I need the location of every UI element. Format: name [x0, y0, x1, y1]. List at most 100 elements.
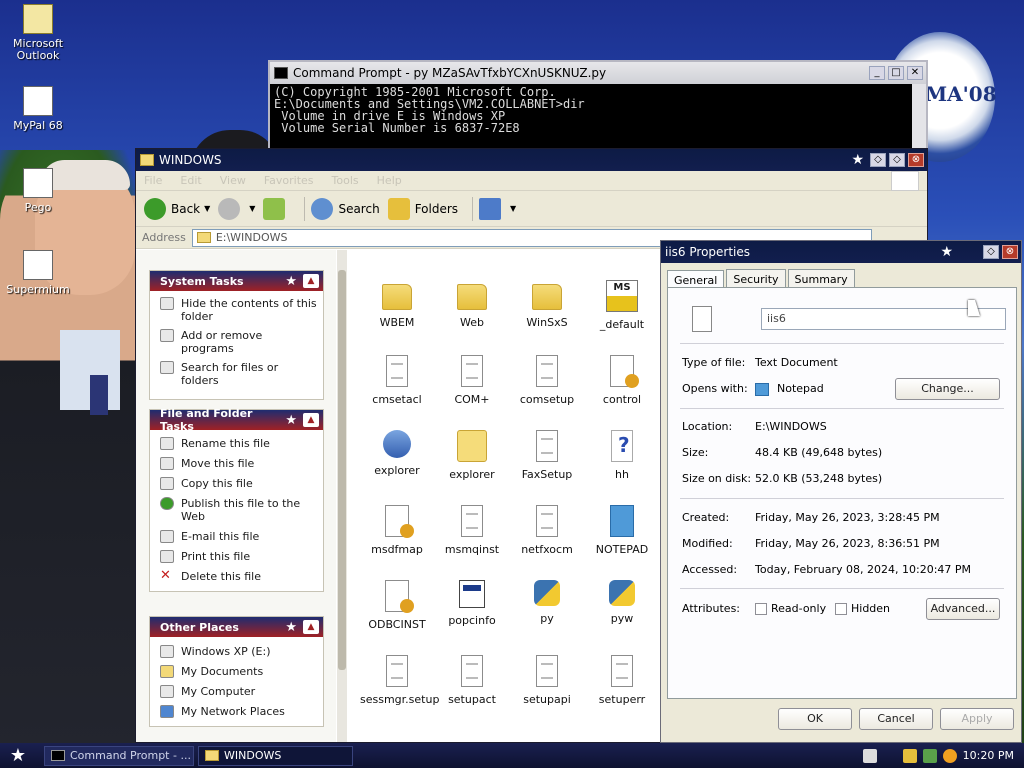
task-print[interactable]: Print this file: [160, 550, 317, 563]
dropdown-arrow-icon[interactable]: ▼: [249, 204, 255, 213]
file-item[interactable]: Web: [435, 280, 509, 329]
file-item[interactable]: WBEM: [360, 280, 434, 329]
file-item[interactable]: WinSxS: [510, 280, 584, 329]
hidden-label[interactable]: Hidden: [851, 602, 890, 615]
cmd-scrollbar[interactable]: [912, 84, 926, 148]
file-item[interactable]: msdfmap: [360, 505, 434, 556]
task-email[interactable]: E-mail this file: [160, 530, 317, 543]
read-only-label[interactable]: Read-only: [771, 602, 826, 615]
menu-tools[interactable]: Tools: [332, 174, 359, 187]
place-my-documents[interactable]: My Documents: [160, 665, 317, 678]
collapse-icon[interactable]: ▲: [303, 274, 319, 288]
command-prompt-window[interactable]: Command Prompt - py MZaSAvTfxbYCXnUSKNUZ…: [268, 60, 928, 150]
file-tasks-header[interactable]: File and Folder Tasks ★ ▲: [150, 407, 323, 433]
menu-view[interactable]: View: [220, 174, 246, 187]
file-item[interactable]: netfxocm: [510, 505, 584, 556]
task-copy[interactable]: Copy this file: [160, 477, 317, 490]
start-button[interactable]: ★: [0, 743, 36, 768]
clock[interactable]: 10:20 PM: [963, 749, 1014, 762]
forward-button[interactable]: ▼: [218, 197, 255, 220]
maximize-button[interactable]: ◇: [889, 153, 905, 167]
file-item[interactable]: pyw: [585, 580, 659, 625]
back-button[interactable]: Back ▼: [144, 197, 210, 220]
file-item[interactable]: FaxSetup: [510, 430, 584, 481]
hidden-checkbox[interactable]: [835, 603, 847, 615]
desktop-icon-supermium[interactable]: Supermium: [0, 250, 76, 296]
search-button[interactable]: Search: [311, 197, 380, 220]
explorer-titlebar[interactable]: WINDOWS ★ ◇ ◇ ⊗: [136, 149, 927, 171]
system-tasks-header[interactable]: System Tasks ★ ▲: [150, 271, 323, 291]
keyboard-icon[interactable]: [862, 748, 877, 763]
file-item[interactable]: COM+: [435, 355, 509, 406]
file-item[interactable]: sessmgr.setup: [360, 655, 439, 706]
dropdown-arrow-icon[interactable]: ▼: [510, 204, 516, 213]
advanced-button[interactable]: Advanced...: [926, 598, 1000, 620]
close-button[interactable]: ✕: [907, 66, 923, 80]
task-hide-contents[interactable]: Hide the contents of this folder: [160, 297, 317, 323]
document-icon: [611, 655, 633, 687]
task-move[interactable]: Move this file: [160, 457, 317, 470]
close-button[interactable]: ⊗: [908, 153, 924, 167]
file-item[interactable]: explorer: [435, 430, 509, 481]
file-name: msmqinst: [444, 543, 500, 556]
minimize-button[interactable]: _: [869, 66, 885, 80]
tab-security[interactable]: Security: [726, 269, 786, 289]
file-item[interactable]: py: [510, 580, 584, 625]
apply-button[interactable]: Apply: [940, 708, 1014, 730]
network-icon[interactable]: [922, 748, 937, 763]
desktop-icon-outlook[interactable]: Microsoft Outlook: [0, 4, 76, 62]
task-delete[interactable]: ✕ Delete this file: [160, 569, 317, 583]
minimize-button[interactable]: ◇: [870, 153, 886, 167]
read-only-checkbox[interactable]: [755, 603, 767, 615]
task-search-files[interactable]: Search for files or folders: [160, 361, 317, 387]
file-item[interactable]: msmqinst: [435, 505, 509, 556]
search-icon[interactable]: [942, 748, 957, 763]
close-button[interactable]: ⊗: [1002, 245, 1018, 259]
cmd-output[interactable]: (C) Copyright 1985-2001 Microsoft Corp. E…: [270, 84, 926, 136]
up-folder-button[interactable]: [263, 197, 290, 220]
properties-titlebar[interactable]: iis6 Properties ★ ◇ ⊗: [661, 241, 1021, 263]
file-item[interactable]: setupapi: [510, 655, 584, 706]
scrollbar-thumb[interactable]: [338, 270, 346, 670]
menu-help[interactable]: Help: [377, 174, 402, 187]
file-item[interactable]: setupact: [435, 655, 509, 706]
dropdown-arrow-icon[interactable]: ▼: [204, 204, 210, 213]
cancel-button[interactable]: Cancel: [859, 708, 933, 730]
file-item[interactable]: comsetup: [510, 355, 584, 406]
task-rename[interactable]: Rename this file: [160, 437, 317, 450]
desktop-icon-mypal[interactable]: MyPal 68: [0, 86, 76, 132]
menu-favorites[interactable]: Favorites: [264, 174, 314, 187]
file-item[interactable]: NOTEPAD: [585, 505, 659, 556]
collapse-icon[interactable]: ▲: [303, 620, 319, 634]
taskbar-button-command-prompt[interactable]: Command Prompt - ...: [44, 745, 194, 766]
tab-summary[interactable]: Summary: [787, 269, 855, 289]
file-item[interactable]: hh: [585, 430, 659, 481]
menu-edit[interactable]: Edit: [180, 174, 201, 187]
file-item[interactable]: setuperr: [585, 655, 659, 706]
task-pane-scrollbar[interactable]: [337, 250, 347, 742]
menu-file[interactable]: File: [144, 174, 162, 187]
file-item[interactable]: explorer: [360, 430, 434, 477]
security-shield-icon[interactable]: [902, 748, 917, 763]
views-button[interactable]: ▼: [479, 197, 516, 220]
place-my-computer[interactable]: My Computer: [160, 685, 317, 698]
cmd-titlebar[interactable]: Command Prompt - py MZaSAvTfxbYCXnUSKNUZ…: [270, 62, 926, 84]
file-item[interactable]: cmsetacl: [360, 355, 434, 406]
ok-button[interactable]: OK: [778, 708, 852, 730]
taskbar-button-windows[interactable]: WINDOWS: [198, 745, 353, 766]
help-button[interactable]: ◇: [983, 245, 999, 259]
maximize-button[interactable]: □: [888, 66, 904, 80]
place-my-network[interactable]: My Network Places: [160, 705, 317, 718]
folders-button[interactable]: Folders: [387, 197, 458, 220]
file-item[interactable]: ODBCINST: [360, 580, 434, 631]
file-item[interactable]: MS _default: [585, 280, 659, 331]
other-places-header[interactable]: Other Places ★ ▲: [150, 617, 323, 637]
file-item[interactable]: control: [585, 355, 659, 406]
task-add-remove-programs[interactable]: Add or remove programs: [160, 329, 317, 355]
file-item[interactable]: popcinfo: [435, 580, 509, 627]
place-windows-xp-drive[interactable]: Windows XP (E:): [160, 645, 317, 658]
task-publish[interactable]: Publish this file to the Web: [160, 497, 317, 523]
desktop-icon-pego[interactable]: Pego: [0, 168, 76, 214]
change-button[interactable]: Change...: [895, 378, 1000, 400]
collapse-icon[interactable]: ▲: [303, 413, 319, 427]
